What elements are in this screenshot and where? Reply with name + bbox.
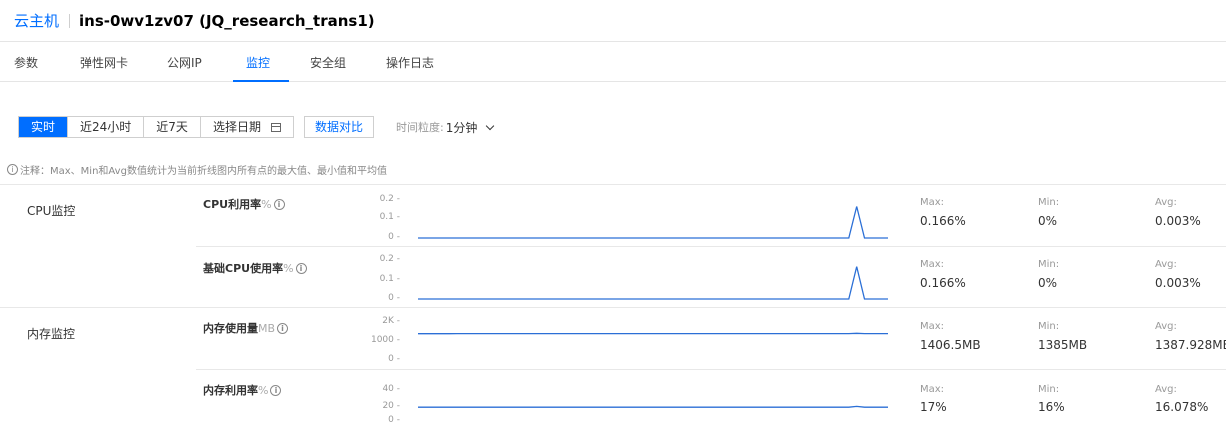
series-line [418,206,888,239]
series-line [418,405,888,408]
series-line [418,266,888,300]
metric-charts [418,206,888,408]
